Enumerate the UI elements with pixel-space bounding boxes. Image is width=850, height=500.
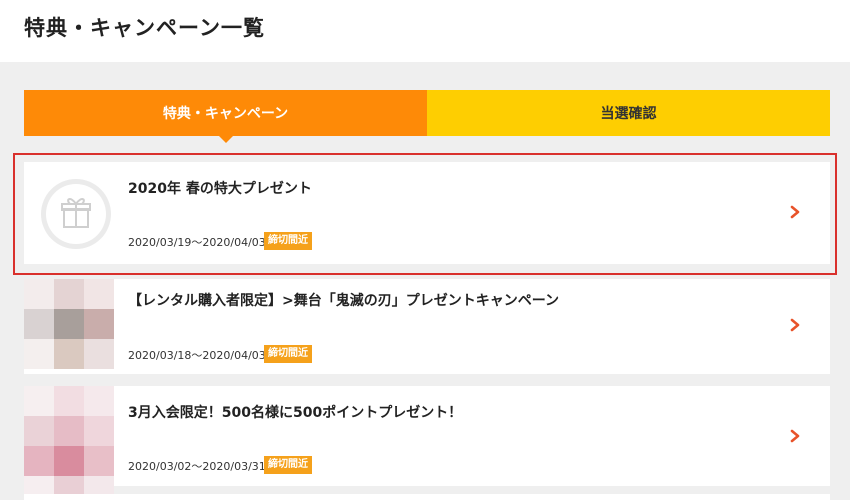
tab-campaigns-label: 特典・キャンペーン — [162, 106, 289, 122]
deadline-badge: 締切間近 — [264, 232, 312, 250]
tab-bar: 特典・キャンペーン 当選確認 — [24, 90, 830, 143]
campaign-title: 3月入会限定！500名様に500ポイントプレゼント！ — [128, 405, 463, 421]
campaign-date: 2020/03/19〜2020/04/03 — [128, 236, 266, 249]
campaign-date: 2020/03/02〜2020/03/31 — [128, 460, 266, 473]
deadline-badge: 締切間近 — [264, 456, 312, 474]
campaign-card[interactable]: 3月入会限定！500名様に500ポイントプレゼント！ 2020/03/02〜20… — [24, 386, 830, 496]
thumbnail-image — [24, 279, 122, 374]
campaign-card[interactable]: 2020年 春の特大プレゼント 2020/03/19〜2020/04/03 締切… — [24, 162, 830, 264]
gift-icon — [41, 179, 111, 249]
campaign-title: 2020年 春の特大プレゼント — [128, 181, 312, 197]
campaign-date: 2020/03/18〜2020/04/03 — [128, 349, 266, 362]
tab-winner-check[interactable]: 当選確認 — [427, 90, 830, 136]
campaign-card[interactable]: 【レンタル購入者限定】>舞台「鬼滅の刃」プレゼントキャンペーン 2020/03/… — [24, 279, 830, 374]
page-header: 特典・キャンペーン一覧 — [0, 0, 850, 62]
chevron-right-icon — [790, 205, 800, 219]
campaign-title: 【レンタル購入者限定】>舞台「鬼滅の刃」プレゼントキャンペーン — [128, 293, 560, 309]
chevron-right-icon — [790, 318, 800, 332]
tab-winner-check-label: 当選確認 — [600, 106, 657, 122]
thumbnail-image — [24, 386, 122, 496]
active-tab-pointer — [218, 136, 233, 143]
deadline-badge: 締切間近 — [264, 345, 312, 363]
tab-campaigns[interactable]: 特典・キャンペーン — [24, 90, 427, 143]
campaign-card-partial[interactable] — [24, 494, 830, 500]
chevron-right-icon — [790, 429, 800, 443]
page-title: 特典・キャンペーン一覧 — [24, 16, 265, 40]
